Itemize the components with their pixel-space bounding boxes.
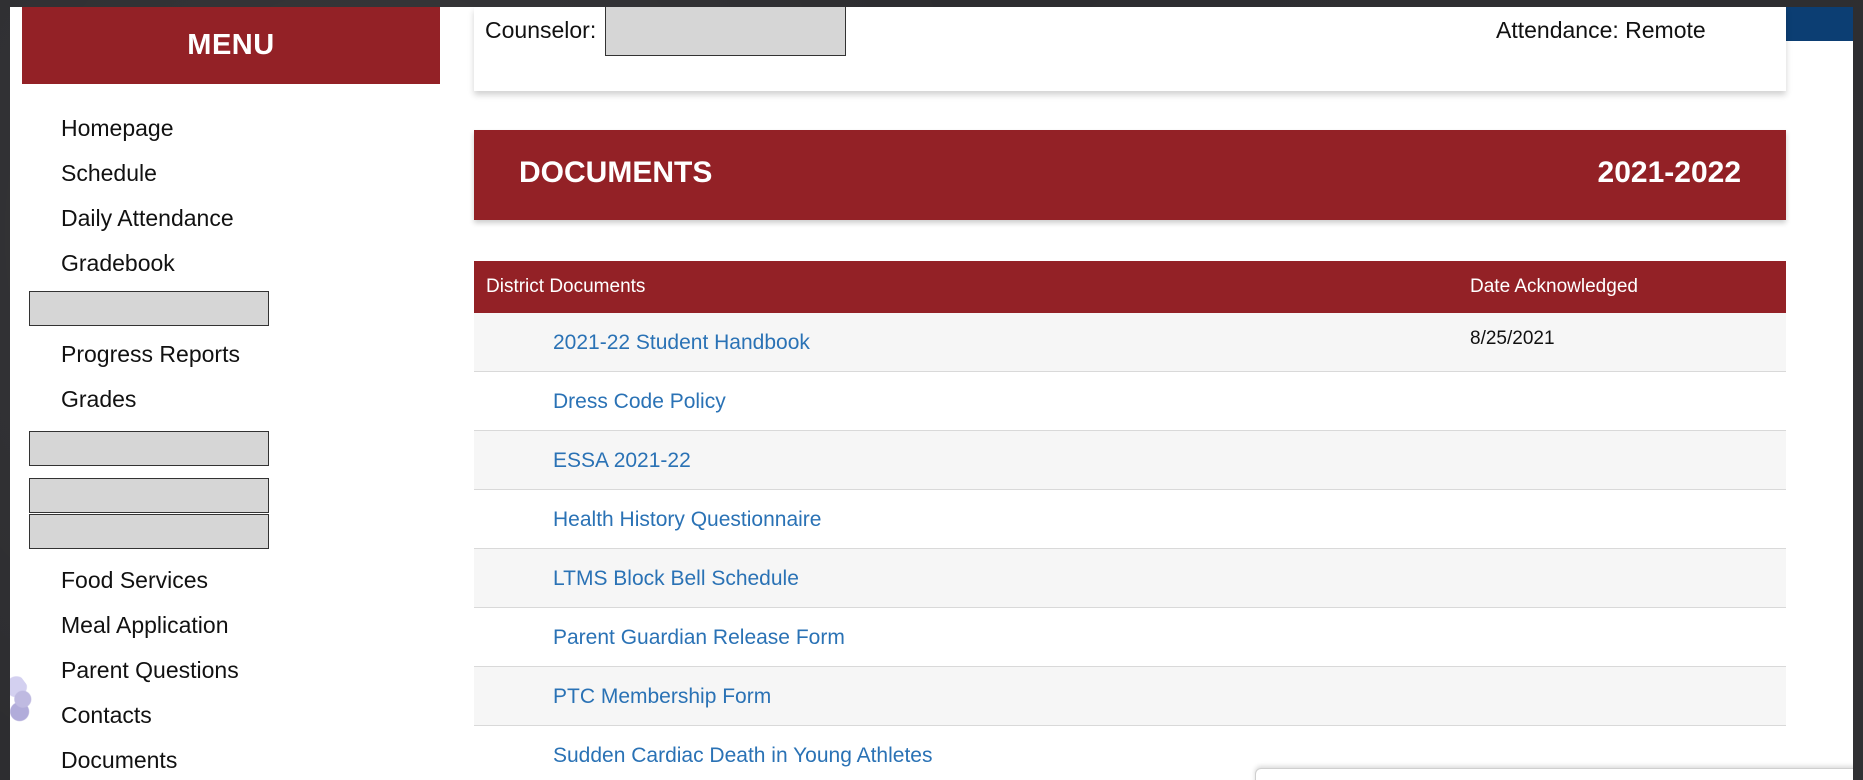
document-link[interactable]: ESSA 2021-22 <box>553 449 691 473</box>
column-header-date-acknowledged: Date Acknowledged <box>1470 276 1638 297</box>
district-documents-table: District Documents Date Acknowledged 202… <box>474 261 1786 780</box>
document-link[interactable]: Dress Code Policy <box>553 390 726 414</box>
table-row: 2021-22 Student Handbook 8/25/2021 <box>474 313 1786 372</box>
document-link[interactable]: LTMS Block Bell Schedule <box>553 567 799 591</box>
table-row: Health History Questionnaire <box>474 490 1786 549</box>
column-header-district-documents: District Documents <box>486 276 646 297</box>
attendance-status: Attendance: Remote <box>1496 17 1706 43</box>
browser-page: MENU Homepage Schedule Daily Attendance … <box>10 7 1853 780</box>
table-row: Dress Code Policy <box>474 372 1786 431</box>
table-row: PTC Membership Form <box>474 667 1786 726</box>
document-link[interactable]: Sudden Cardiac Death in Young Athletes <box>553 744 932 768</box>
menu-title: MENU <box>187 29 275 61</box>
redacted-counselor-name <box>605 7 846 56</box>
redacted-menu-item <box>29 291 269 326</box>
table-header: District Documents Date Acknowledged <box>474 261 1786 313</box>
sidebar-item-food-services[interactable]: Food Services <box>61 567 208 594</box>
documents-header: DOCUMENTS 2021-2022 <box>474 130 1786 220</box>
document-link[interactable]: Parent Guardian Release Form <box>553 626 845 650</box>
sidebar-item-homepage[interactable]: Homepage <box>61 115 174 142</box>
sidebar-item-parent-questions[interactable]: Parent Questions <box>61 657 239 684</box>
sidebar-item-progress-reports[interactable]: Progress Reports <box>61 341 240 368</box>
sidebar-item-grades[interactable]: Grades <box>61 386 136 413</box>
sidebar-item-gradebook[interactable]: Gradebook <box>61 250 175 277</box>
sidebar-item-meal-application[interactable]: Meal Application <box>61 612 229 639</box>
redacted-menu-item <box>29 478 269 513</box>
counselor-label: Counselor: <box>485 17 597 43</box>
table-row: ESSA 2021-22 <box>474 431 1786 490</box>
table-row: Parent Guardian Release Form <box>474 608 1786 667</box>
floating-panel-edge <box>1255 768 1853 780</box>
date-acknowledged: 8/25/2021 <box>1470 328 1555 349</box>
sidebar-item-documents[interactable]: Documents <box>61 747 177 774</box>
table-row: LTMS Block Bell Schedule <box>474 549 1786 608</box>
sidebar-item-daily-attendance[interactable]: Daily Attendance <box>61 205 234 232</box>
school-year: 2021-2022 <box>1597 156 1741 189</box>
redacted-menu-item <box>29 514 269 549</box>
document-link[interactable]: Health History Questionnaire <box>553 508 821 532</box>
student-info-card: Counselor: Attendance: Remote <box>474 7 1786 91</box>
redacted-menu-item <box>29 431 269 466</box>
sidebar-item-contacts[interactable]: Contacts <box>61 702 152 729</box>
sidebar-item-schedule[interactable]: Schedule <box>61 160 157 187</box>
document-link[interactable]: PTC Membership Form <box>553 685 771 709</box>
documents-title: DOCUMENTS <box>519 156 713 189</box>
sidebar-menu: MENU Homepage Schedule Daily Attendance … <box>22 7 440 780</box>
menu-header: MENU <box>22 7 440 84</box>
document-link[interactable]: 2021-22 Student Handbook <box>553 331 810 355</box>
